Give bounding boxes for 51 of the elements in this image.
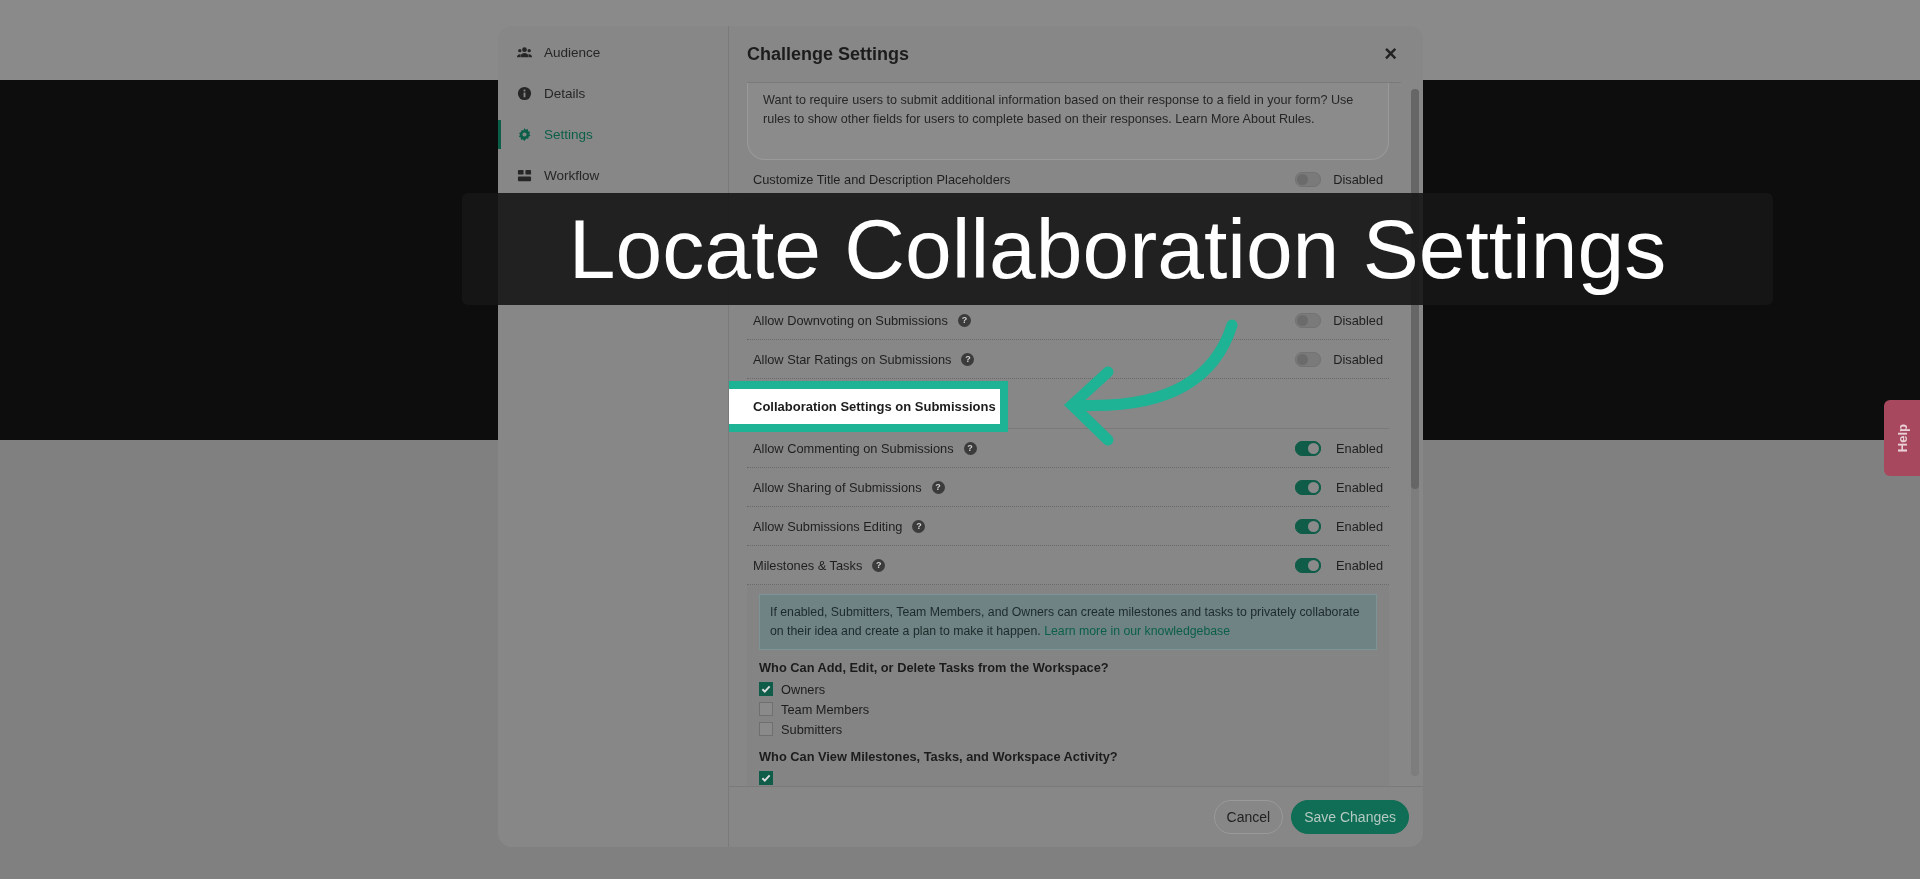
settings-icon [517, 127, 532, 142]
toggle-switch[interactable] [1295, 171, 1321, 187]
toggle-switch[interactable] [1295, 479, 1321, 495]
close-button[interactable]: × [1380, 41, 1401, 67]
checkbox[interactable] [759, 771, 773, 785]
setting-label: Allow Submissions Editing [753, 518, 903, 534]
setting-label: Allow Commenting on Submissions [753, 440, 954, 456]
rules-note-text: Want to require users to submit additional information based on their response to a field in your form? Use rules to show other fields for users to complete based on their responses. Learn More About Rules. [763, 92, 1355, 128]
toggle-switch[interactable] [1295, 557, 1321, 573]
users-icon [517, 45, 532, 60]
toggle-status: Enabled [1335, 440, 1383, 456]
toggle-switch[interactable] [1295, 351, 1321, 367]
help-icon[interactable]: ? [961, 352, 975, 366]
setting-label: Allow Star Ratings on Submissions [753, 351, 952, 367]
toggle-status: Enabled [1335, 518, 1383, 534]
checkbox[interactable] [759, 702, 773, 716]
dialog-title: Challenge Settings [747, 43, 910, 65]
checkbox[interactable] [759, 682, 773, 696]
group-title: Who Can View Milestones, Tasks, and Workspace Activity? [759, 749, 1119, 764]
toggle-switch[interactable] [1295, 518, 1321, 534]
help-icon[interactable]: ? [963, 441, 977, 455]
sidebar-item[interactable]: Audience [498, 38, 728, 67]
checkbox[interactable] [759, 722, 773, 736]
help-icon[interactable]: ? [931, 480, 945, 494]
toggle-switch[interactable] [1295, 440, 1321, 456]
setting-label: Allow Downvoting on Submissions [753, 312, 948, 328]
toggle-status: Disabled [1332, 171, 1383, 187]
setting-label: Allow Sharing of Submissions [753, 479, 922, 495]
help-icon[interactable]: ? [957, 313, 971, 327]
toggle-switch[interactable] [1295, 312, 1321, 328]
workflow-icon [517, 168, 532, 183]
toggle-status: Enabled [1335, 557, 1383, 573]
info-icon [517, 86, 532, 101]
cancel-button[interactable]: Cancel [1213, 800, 1284, 834]
toggle-status: Disabled [1332, 351, 1383, 367]
info-text: If enabled, Submitters, Team Members, and Owners can create milestones and tasks to privately collaborate on their idea and create a plan to make it happen. Learn more in our knowledgebase [770, 605, 1360, 638]
checkbox-label: Submitters [781, 721, 843, 737]
setting-label: Milestones & Tasks [753, 557, 863, 573]
toggle-status: Enabled [1335, 479, 1383, 495]
checkbox-label: Team Members [781, 701, 870, 717]
sidebar-item[interactable]: Details [498, 79, 728, 108]
toggle-status: Disabled [1332, 312, 1383, 328]
save-button[interactable]: Save Changes [1291, 800, 1409, 834]
sidebar-item[interactable]: Workflow [498, 161, 728, 190]
setting-label: Customize Title and Description Placeholders [753, 171, 1011, 187]
group-title: Who Can Add, Edit, or Delete Tasks from the Workspace? [759, 660, 1110, 675]
help-icon[interactable]: ? [912, 519, 926, 533]
help-tab[interactable]: Help [1884, 400, 1920, 476]
help-icon[interactable]: ? [872, 558, 886, 572]
tutorial-caption: Locate Collaboration Settings [462, 193, 1773, 305]
checkbox-label: Owners [781, 681, 826, 697]
